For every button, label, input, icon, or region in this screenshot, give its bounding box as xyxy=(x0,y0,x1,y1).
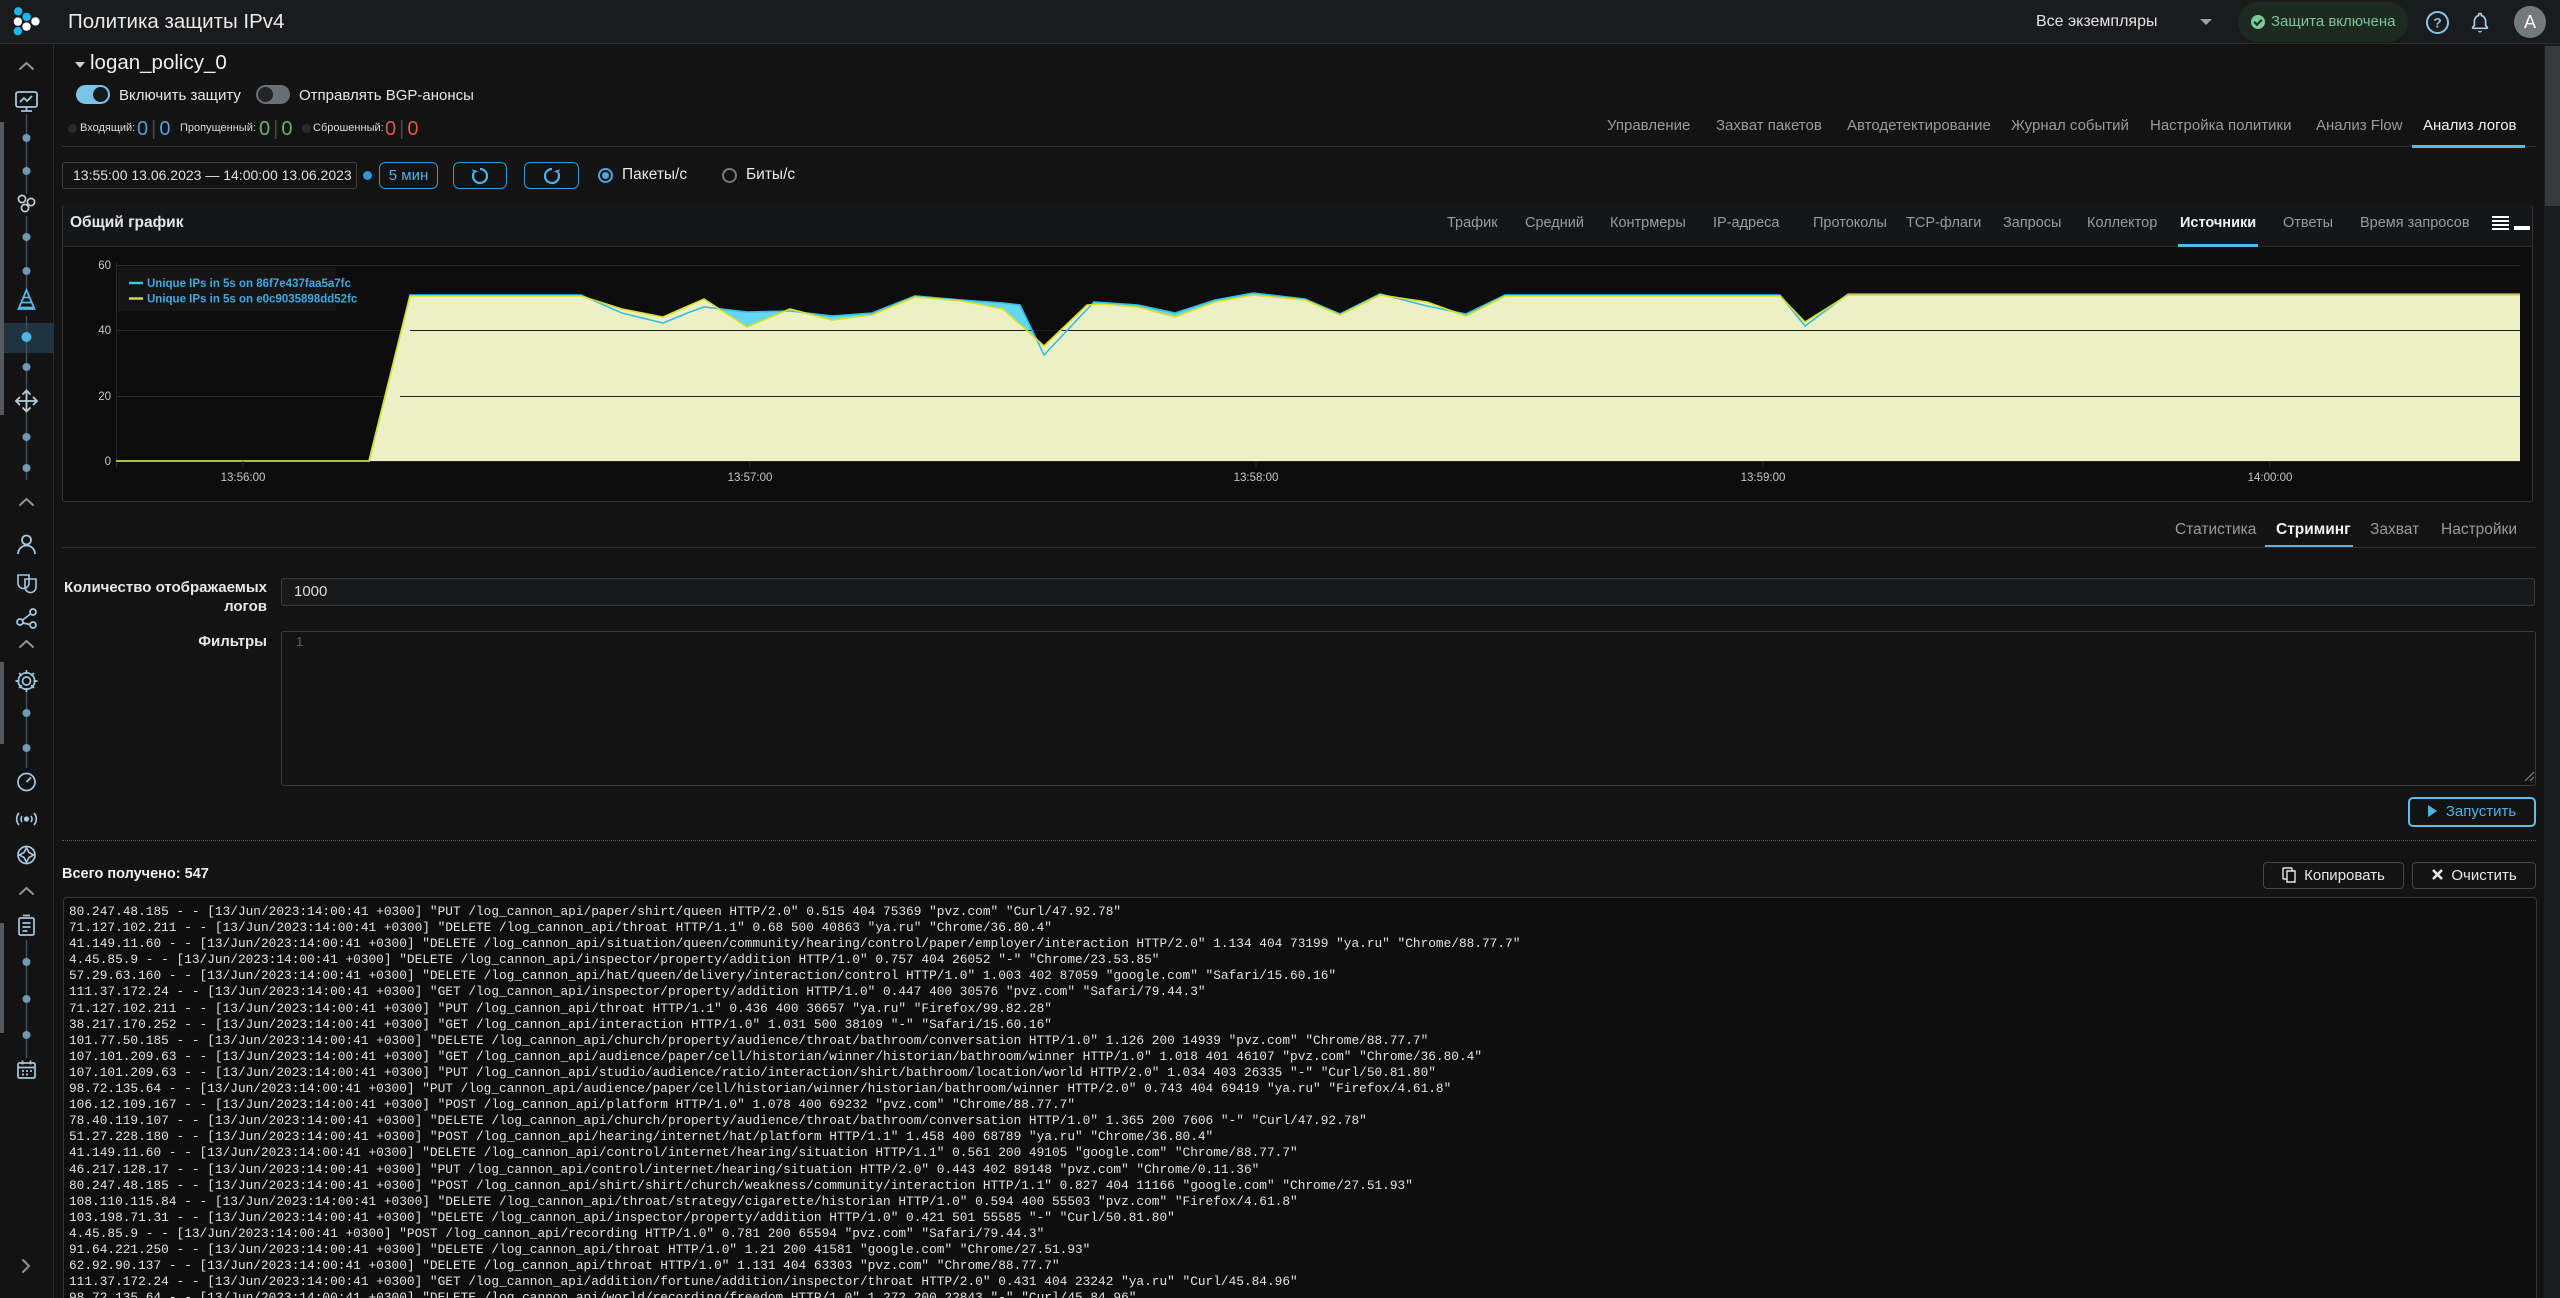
svg-text:20: 20 xyxy=(98,391,111,403)
svg-text:Unique IPs in 5s on 86f7e437fa: Unique IPs in 5s on 86f7e437faa5a7fc xyxy=(147,278,352,290)
svg-text:60: 60 xyxy=(98,260,111,272)
svg-text:13:56:00: 13:56:00 xyxy=(221,472,266,484)
svg-text:?: ? xyxy=(2433,15,2442,31)
svg-text:13:58:00: 13:58:00 xyxy=(1234,472,1279,484)
svg-text:13:57:00: 13:57:00 xyxy=(728,472,773,484)
svg-text:40: 40 xyxy=(98,325,111,337)
svg-text:Unique IPs in 5s on e0c9035898: Unique IPs in 5s on e0c9035898dd52fc xyxy=(147,294,358,306)
svg-text:14:00:00: 14:00:00 xyxy=(2248,472,2293,484)
svg-text:13:59:00: 13:59:00 xyxy=(1741,472,1786,484)
svg-text:0: 0 xyxy=(105,456,111,468)
